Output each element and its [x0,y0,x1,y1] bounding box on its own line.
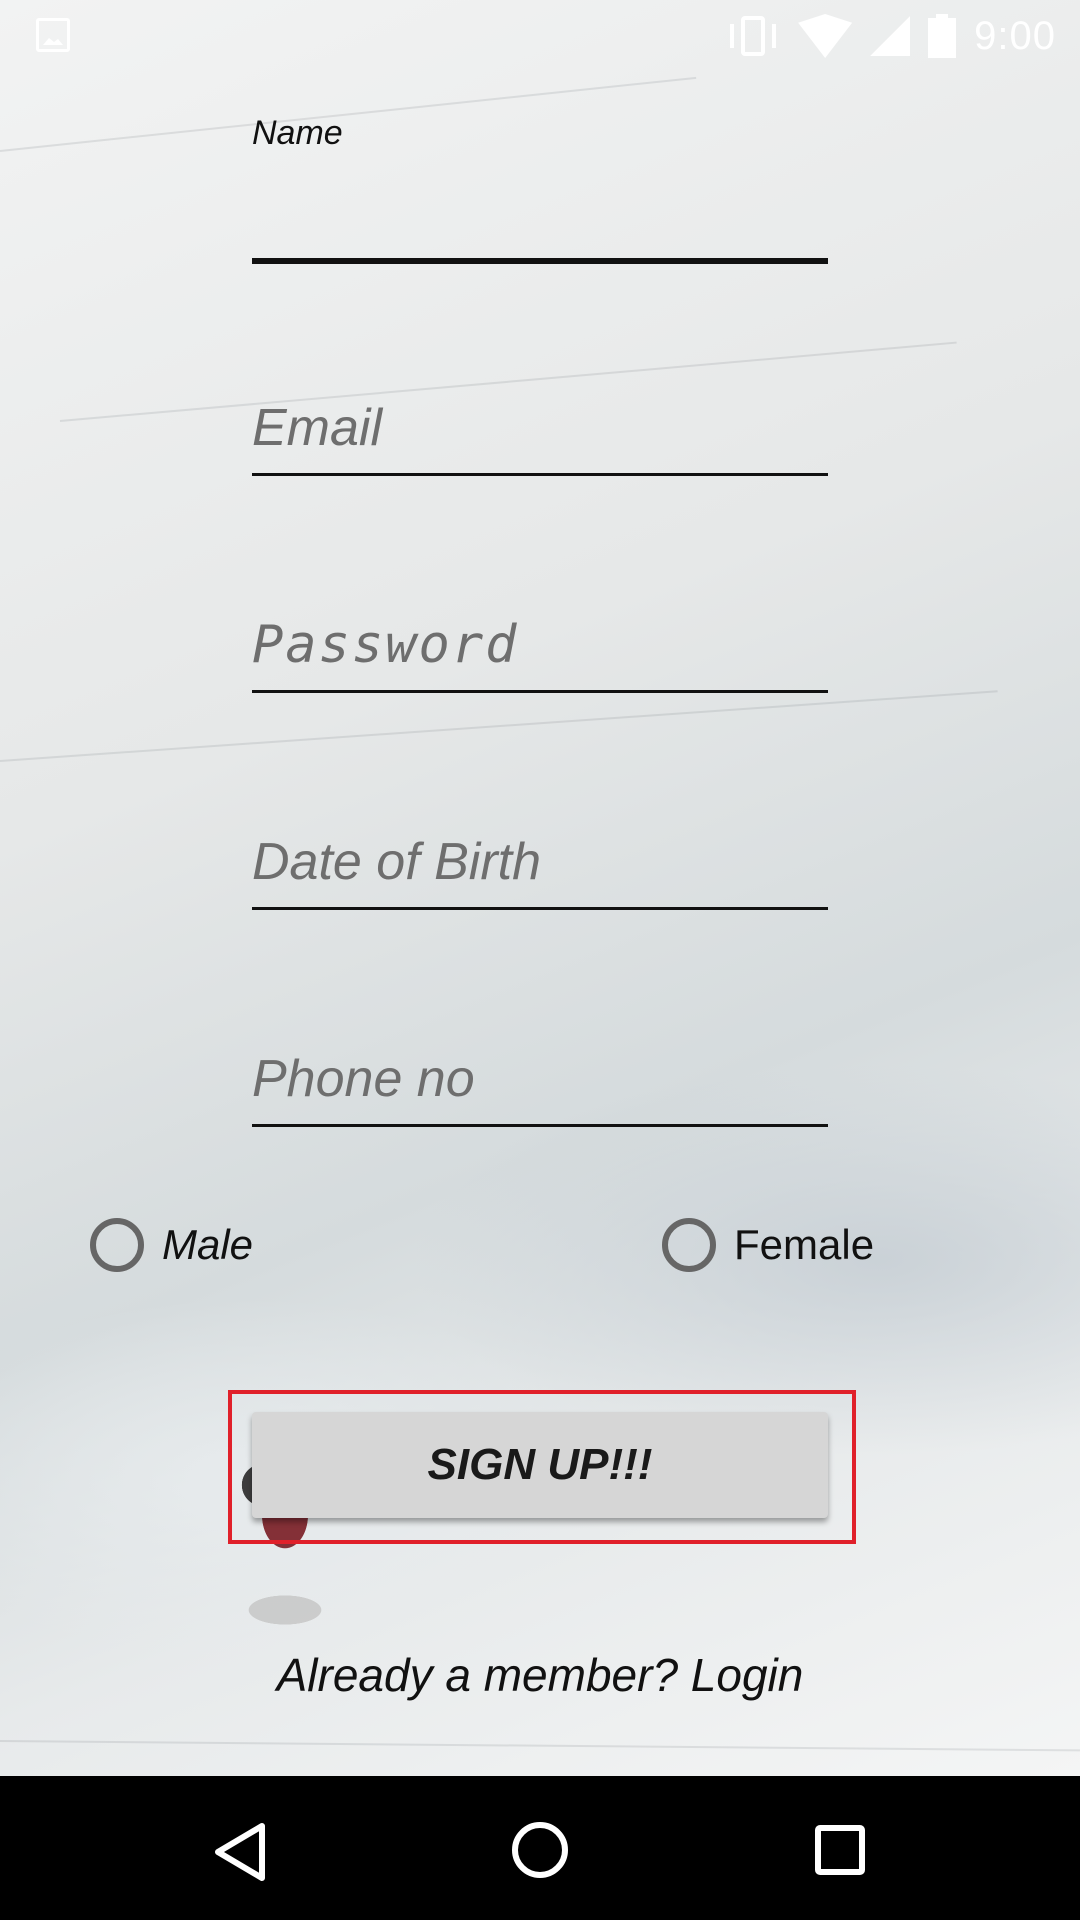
recents-icon[interactable] [814,1824,866,1876]
signup-button[interactable]: SIGN UP!!! [252,1412,828,1518]
password-field[interactable]: Password [252,615,828,693]
email-field[interactable]: Email [252,398,828,476]
signal-icon [870,16,911,56]
wifi-icon [798,14,853,58]
login-link[interactable]: Already a member? Login [0,1648,1080,1702]
home-icon[interactable] [510,1820,570,1880]
name-field[interactable] [252,180,828,264]
status-time: 9:00 [974,13,1056,58]
vibrate-icon [726,14,780,58]
date-of-birth-field[interactable]: Date of Birth [252,832,828,910]
back-icon[interactable] [212,1820,268,1884]
male-label: Male [162,1221,254,1268]
male-radio-button[interactable] [90,1218,144,1272]
battery-icon [928,14,957,58]
gender-male-option[interactable]: Male [90,1218,253,1272]
phone-field[interactable]: Phone no [252,1049,828,1127]
female-radio-button[interactable] [662,1218,716,1272]
gender-female-option[interactable]: Female [662,1218,874,1272]
female-label: Female [734,1221,875,1268]
name-label: Name [252,114,343,152]
image-icon [36,18,70,52]
status-bar: 9:00 [0,0,1080,72]
